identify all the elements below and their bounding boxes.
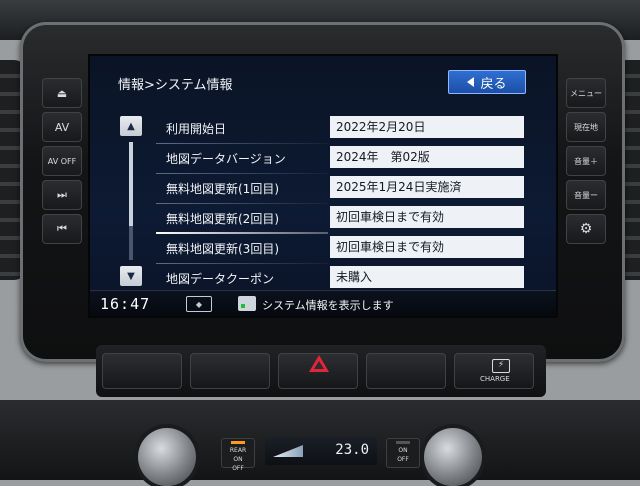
climate-onoff-button[interactable]: ON OFF bbox=[386, 438, 420, 468]
scrollbar-thumb[interactable] bbox=[129, 142, 133, 226]
climate-display: 23.0 bbox=[265, 437, 377, 465]
row-label: 無料地図更新(2回目) bbox=[166, 212, 279, 226]
seat-heater-button[interactable] bbox=[366, 353, 446, 389]
hazard-icon bbox=[309, 355, 329, 372]
volume-down-button[interactable]: 音量ー bbox=[566, 180, 606, 210]
row-value: 2024年 第02版 bbox=[330, 146, 524, 168]
ev-car-icon: ◆ bbox=[186, 296, 212, 312]
double-chevron-up-icon: ▲ bbox=[127, 120, 135, 132]
row-value: 2022年2月20日 bbox=[330, 116, 524, 138]
av-off-button[interactable]: AV OFF bbox=[42, 146, 82, 176]
back-triangle-icon bbox=[467, 77, 475, 87]
scrollbar[interactable] bbox=[129, 142, 133, 260]
info-row-free-update-2: 無料地図更新(2回目) 初回車検日まで有効 bbox=[156, 206, 526, 234]
climate-onoff-label: ON OFF bbox=[397, 447, 409, 463]
display-screen: 情報>システム情報 戻る ▲ ▼ 利用開始日 2022年2月20日 地図データバ… bbox=[88, 54, 558, 318]
lower-button-panel: ⚡ CHARGE bbox=[96, 345, 546, 397]
row-label: 地図データクーポン bbox=[166, 272, 275, 286]
temperature-readout: 23.0 bbox=[335, 442, 369, 458]
info-row-map-coupon: 地図データクーポン 未購入 bbox=[156, 266, 526, 294]
gear-icon: ⚙ bbox=[579, 221, 593, 237]
clock: 16:47 bbox=[100, 295, 151, 313]
status-bar: 16:47 ◆ システム情報を表示します bbox=[90, 290, 556, 316]
row-label: 無料地図更新(3回目) bbox=[166, 242, 279, 256]
info-row-free-update-3: 無料地図更新(3回目) 初回車検日まで有効 bbox=[156, 236, 526, 264]
lower-button-1[interactable] bbox=[102, 353, 182, 389]
info-row-free-update-1: 無料地図更新(1回目) 2025年1月24日実施済 bbox=[156, 176, 526, 204]
lower-button-2[interactable] bbox=[190, 353, 270, 389]
scroll-up-button[interactable]: ▲ bbox=[120, 116, 142, 136]
settings-button[interactable]: ⚙ bbox=[566, 214, 606, 244]
scroll-down-button[interactable]: ▼ bbox=[120, 266, 142, 286]
row-value: 初回車検日まで有効 bbox=[330, 206, 524, 228]
left-climate-knob[interactable] bbox=[138, 428, 196, 486]
row-value: 未購入 bbox=[330, 266, 524, 288]
row-label: 地図データバージョン bbox=[166, 152, 286, 166]
av-button[interactable]: AV bbox=[42, 112, 82, 142]
row-value: 初回車検日まで有効 bbox=[330, 236, 524, 258]
row-value: 2025年1月24日実施済 bbox=[330, 176, 524, 198]
volume-up-button[interactable]: 音量＋ bbox=[566, 146, 606, 176]
menu-button[interactable]: メニュー bbox=[566, 78, 606, 108]
current-location-button[interactable]: 現在地 bbox=[566, 112, 606, 142]
rear-defrost-button[interactable]: REAR ON OFF bbox=[221, 438, 255, 472]
breadcrumb: 情報>システム情報 bbox=[118, 78, 233, 93]
message-icon bbox=[238, 296, 256, 311]
status-message: システム情報を表示します bbox=[262, 299, 394, 312]
charge-label: CHARGE bbox=[480, 375, 510, 383]
charge-icon: ⚡ bbox=[492, 359, 510, 373]
info-row-start-date: 利用開始日 2022年2月20日 bbox=[156, 116, 526, 144]
right-climate-knob[interactable] bbox=[424, 428, 482, 486]
prev-track-button[interactable]: ⏮ bbox=[42, 214, 82, 244]
fan-level-icon bbox=[273, 445, 303, 457]
row-label: 無料地図更新(1回目) bbox=[166, 182, 279, 196]
double-chevron-down-icon: ▼ bbox=[127, 270, 135, 282]
back-button[interactable]: 戻る bbox=[448, 70, 526, 94]
next-track-button[interactable]: ⏭ bbox=[42, 180, 82, 210]
back-button-label: 戻る bbox=[480, 76, 507, 92]
rear-defrost-label: REAR ON OFF bbox=[229, 447, 247, 472]
info-row-map-version: 地図データバージョン 2024年 第02版 bbox=[156, 146, 526, 174]
eject-button[interactable]: ⏏ bbox=[42, 78, 82, 108]
row-label: 利用開始日 bbox=[166, 122, 227, 136]
